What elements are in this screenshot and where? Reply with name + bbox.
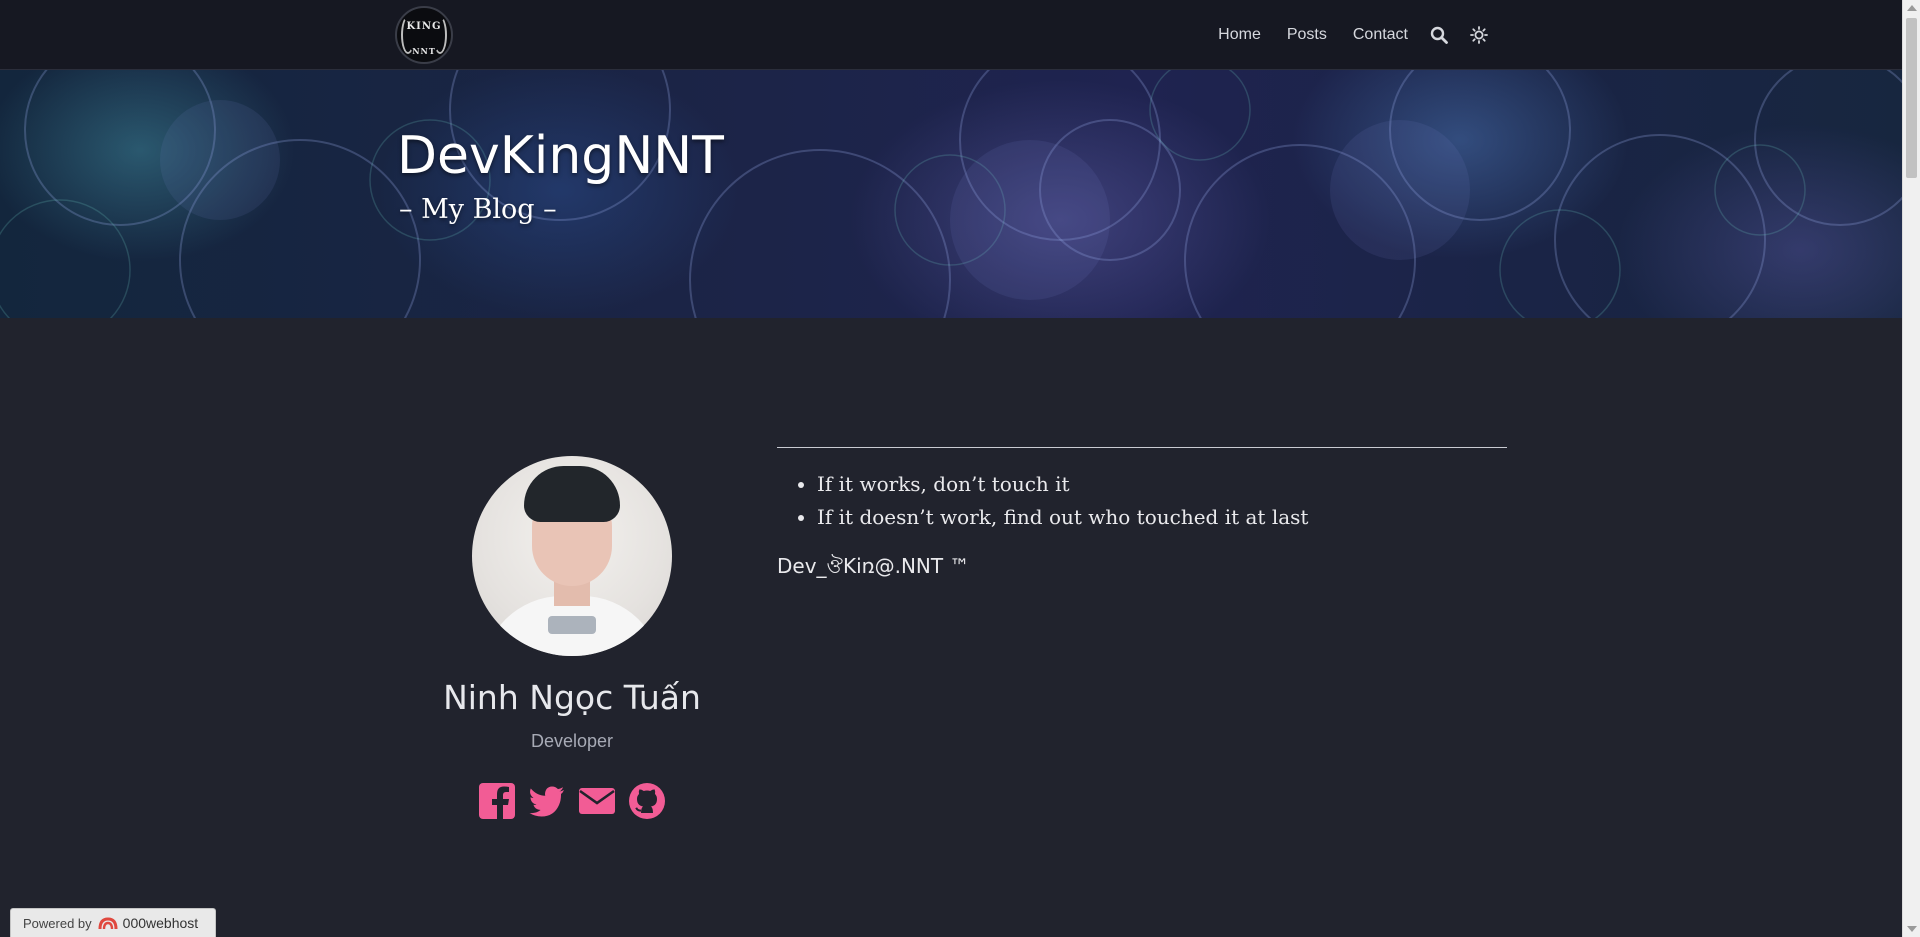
content-divider xyxy=(777,447,1507,448)
nav-contact-link[interactable]: Contact xyxy=(1353,26,1408,44)
webhost-logo-icon xyxy=(98,915,118,931)
sun-icon[interactable] xyxy=(1470,26,1488,44)
fractal-background xyxy=(0,70,1902,318)
page-scrollbar[interactable] xyxy=(1902,0,1920,937)
powered-by-label: Powered by xyxy=(23,915,92,931)
scroll-thumb[interactable] xyxy=(1906,18,1917,178)
top-navbar: KING NNT Home Posts Contact xyxy=(0,0,1902,70)
scroll-up-arrow-icon[interactable] xyxy=(1907,5,1917,11)
social-links xyxy=(440,782,704,820)
motto-list: If it works, don’t touch it If it doesn’… xyxy=(777,468,1507,534)
powered-by-badge[interactable]: Powered by 000webhost xyxy=(10,908,216,937)
scroll-down-arrow-icon[interactable] xyxy=(1907,926,1917,932)
profile-role: Developer xyxy=(530,731,614,751)
email-icon[interactable] xyxy=(578,782,616,820)
nav-links: Home Posts Contact xyxy=(1218,0,1488,70)
facebook-icon[interactable] xyxy=(478,782,516,820)
site-logo[interactable]: KING NNT xyxy=(395,6,453,64)
logo-top-text: KING xyxy=(406,21,442,32)
nav-home-link[interactable]: Home xyxy=(1218,26,1261,44)
site-subtitle: – My Blog – xyxy=(399,194,557,225)
motto-item: If it doesn’t work, find out who touched… xyxy=(817,501,1507,534)
profile-card: Ninh Ngọc Tuấn Developer xyxy=(440,456,704,820)
signature-text: Dev_ঔKiռ@.NNT ™ xyxy=(777,554,970,578)
avatar-shirt-print xyxy=(548,616,596,634)
github-icon[interactable] xyxy=(628,782,666,820)
site-title: DevKingNNT xyxy=(397,126,724,186)
motto-item: If it works, don’t touch it xyxy=(817,468,1507,501)
webhost-brand: 000webhost xyxy=(122,915,199,931)
nav-posts-link[interactable]: Posts xyxy=(1287,26,1327,44)
avatar-hair xyxy=(524,466,620,522)
about-content: If it works, don’t touch it If it doesn’… xyxy=(777,447,1507,585)
search-icon[interactable] xyxy=(1430,26,1448,44)
hero-banner: DevKingNNT – My Blog – xyxy=(0,70,1902,318)
twitter-icon[interactable] xyxy=(528,782,566,820)
avatar xyxy=(472,456,672,656)
profile-name: Ninh Ngọc Tuấn xyxy=(443,678,701,717)
logo-bottom-text: NNT xyxy=(412,46,436,56)
